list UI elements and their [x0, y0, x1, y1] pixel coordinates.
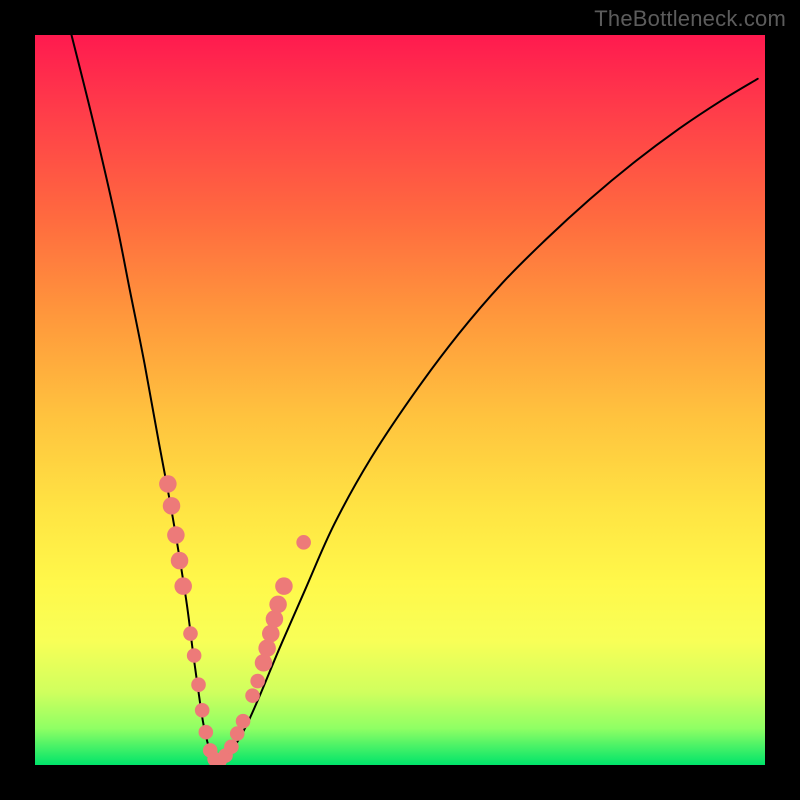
data-point [224, 739, 239, 754]
data-point [159, 475, 177, 493]
data-point [250, 674, 265, 689]
data-point [171, 552, 189, 570]
data-point [266, 610, 284, 628]
data-point [275, 577, 293, 595]
chart-stage: TheBottleneck.com [0, 0, 800, 800]
data-point [174, 577, 192, 595]
plot-area [35, 35, 765, 765]
data-point [191, 677, 206, 692]
data-point [167, 526, 185, 544]
data-point [296, 535, 311, 550]
data-point [199, 725, 214, 740]
data-point [195, 703, 210, 718]
data-point [262, 625, 280, 643]
data-point [255, 654, 273, 672]
data-point [183, 626, 198, 641]
data-point [258, 639, 276, 657]
data-point [269, 596, 287, 614]
highlight-points [35, 35, 765, 765]
data-point [187, 648, 202, 663]
data-point [163, 497, 181, 515]
data-point [245, 688, 260, 703]
data-point [230, 726, 245, 741]
watermark-text: TheBottleneck.com [594, 6, 786, 32]
data-point [236, 714, 251, 729]
